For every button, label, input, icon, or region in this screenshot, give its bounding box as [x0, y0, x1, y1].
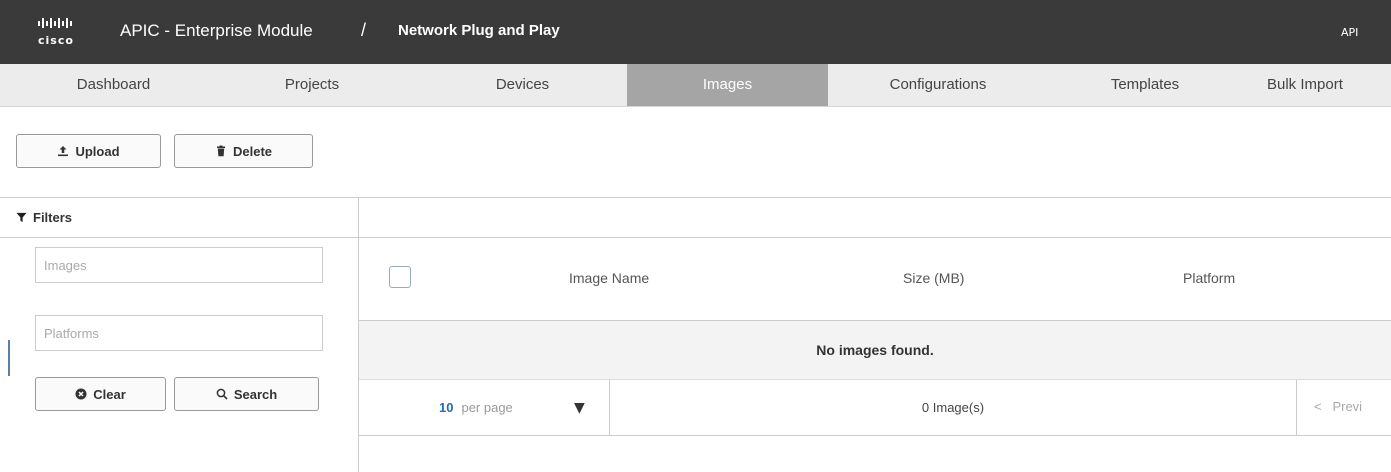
delete-button[interactable]: Delete	[174, 134, 313, 168]
column-size[interactable]: Size (MB)	[903, 270, 964, 286]
clear-label: Clear	[93, 386, 126, 402]
cisco-bars-icon	[38, 14, 90, 32]
trash-icon	[216, 145, 225, 157]
select-all-checkbox[interactable]	[389, 266, 411, 288]
filters-title: Filters	[33, 209, 73, 225]
upload-icon	[58, 146, 69, 157]
tab-templates[interactable]: Templates	[1050, 64, 1240, 106]
table-header: Image Name Size (MB) Platform	[359, 238, 1391, 321]
filters-header: Filters	[0, 197, 358, 238]
cisco-logo: cisco	[38, 14, 90, 50]
table-top-bar	[359, 197, 1391, 238]
pagination-bar: 10 per page ▼ 0 Image(s) < Previ	[359, 380, 1391, 436]
caret-down-icon[interactable]: ▼	[574, 400, 585, 416]
search-icon	[216, 388, 228, 400]
app-title: APIC - Enterprise Module	[120, 21, 313, 40]
images-table: Image Name Size (MB) Platform No images …	[359, 197, 1391, 472]
platforms-filter-input[interactable]	[35, 315, 323, 351]
logo-wordmark: cisco	[38, 34, 74, 47]
upload-label: Upload	[75, 143, 120, 159]
clear-button[interactable]: Clear	[35, 377, 166, 411]
top-header: cisco APIC - Enterprise Module / Network…	[0, 0, 1391, 64]
clear-circle-icon	[75, 388, 87, 400]
previous-page-button[interactable]: < Previ	[1314, 399, 1362, 414]
filter-icon	[16, 212, 27, 222]
upload-button[interactable]: Upload	[16, 134, 161, 168]
images-filter-input[interactable]	[35, 247, 323, 283]
per-page-value: 10	[439, 400, 454, 415]
column-platform[interactable]: Platform	[1183, 270, 1235, 286]
tab-images[interactable]: Images	[627, 64, 828, 106]
page-title: Network Plug and Play	[398, 22, 560, 39]
action-toolbar: Upload Delete	[0, 107, 1391, 198]
tab-bulk-import[interactable]: Bulk Import	[1262, 64, 1391, 106]
chevron-left-icon: <	[1314, 399, 1322, 414]
tab-projects[interactable]: Projects	[227, 64, 397, 106]
api-link[interactable]: API	[1341, 26, 1358, 39]
tab-dashboard[interactable]: Dashboard	[0, 64, 227, 106]
breadcrumb-separator: /	[361, 20, 367, 40]
search-label: Search	[233, 386, 278, 402]
filters-panel: Filters Clear Search	[0, 197, 359, 472]
per-page-select[interactable]: 10 per page	[439, 400, 513, 415]
search-button[interactable]: Search	[174, 377, 319, 411]
delete-label: Delete	[232, 143, 273, 159]
scroll-indicator	[8, 340, 10, 376]
tab-bar: Dashboard Projects Devices Images Config…	[0, 64, 1391, 107]
empty-state-message: No images found.	[359, 321, 1391, 380]
tab-configurations[interactable]: Configurations	[838, 64, 1038, 106]
previous-label: Previ	[1332, 399, 1363, 414]
column-image-name[interactable]: Image Name	[569, 270, 649, 286]
per-page-label: per page	[461, 400, 513, 415]
pager-divider	[1296, 380, 1297, 435]
image-count: 0 Image(s)	[921, 400, 985, 415]
tab-devices[interactable]: Devices	[430, 64, 615, 106]
